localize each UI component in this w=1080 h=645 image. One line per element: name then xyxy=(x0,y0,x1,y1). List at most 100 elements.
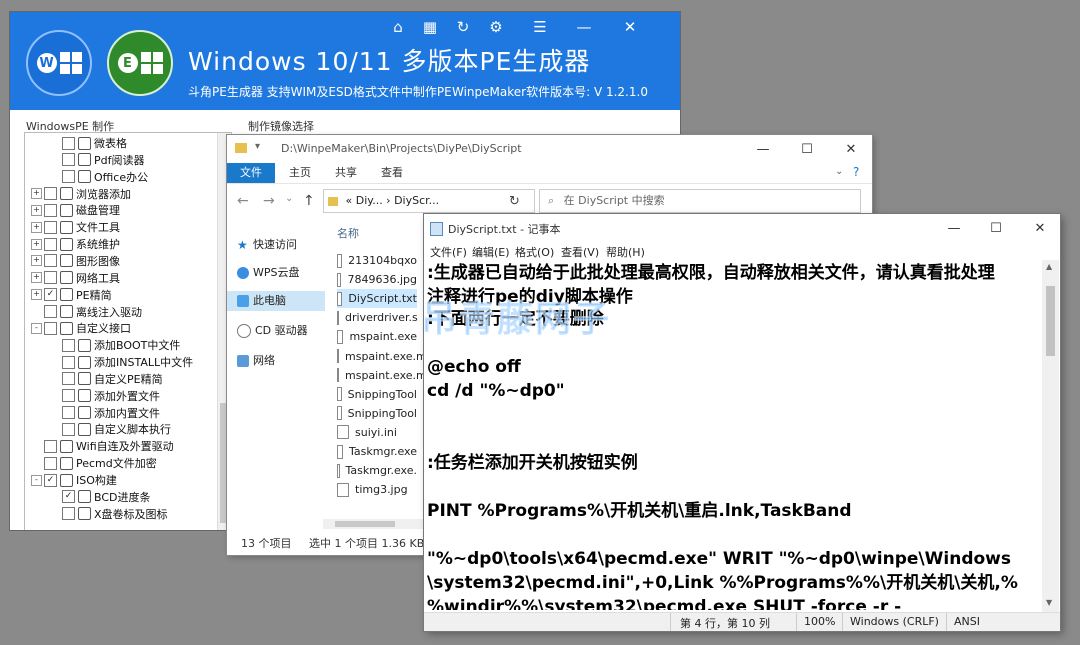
tree-checkbox[interactable] xyxy=(62,507,75,521)
tree-item[interactable]: - ✓ ISO构建 xyxy=(31,472,117,488)
tree-checkbox[interactable] xyxy=(62,170,75,184)
tree-checkbox[interactable] xyxy=(44,254,57,268)
refresh-icon[interactable]: ↻ xyxy=(509,194,520,209)
tree-item[interactable]: 添加BOOT中文件 xyxy=(49,337,180,353)
maximize-icon[interactable]: ☐ xyxy=(982,218,1010,238)
vertical-scrollbar[interactable]: ▲ ▼ xyxy=(1042,260,1059,612)
expand-icon[interactable]: + xyxy=(31,289,42,301)
file-list-item[interactable]: 7849636.jpg xyxy=(337,270,417,289)
tree-item[interactable]: X盘卷标及图标 xyxy=(49,506,168,522)
tree-item[interactable]: + 磁盘管理 xyxy=(31,202,120,218)
tree-checkbox[interactable]: ✓ xyxy=(44,288,57,302)
tree-item[interactable]: ✓ BCD进度条 xyxy=(49,489,151,505)
close-icon[interactable]: ✕ xyxy=(1026,218,1054,238)
file-list-item[interactable]: SnippingTool xyxy=(337,404,417,423)
minimize-icon[interactable]: — xyxy=(749,139,777,159)
back-arrow-icon[interactable]: ← xyxy=(237,193,249,209)
tree-checkbox[interactable] xyxy=(62,153,75,167)
expand-icon[interactable]: + xyxy=(31,221,42,233)
menu-edit[interactable]: 编辑(E) xyxy=(472,244,510,260)
menu-help[interactable]: 帮助(H) xyxy=(606,244,645,260)
minimize-icon[interactable]: — xyxy=(572,16,596,38)
home-icon[interactable]: ⌂ xyxy=(386,16,410,38)
tree-checkbox[interactable] xyxy=(62,422,75,436)
column-header-name[interactable]: 名称 xyxy=(337,225,359,241)
file-list-item[interactable]: Taskmgr.exe xyxy=(337,442,417,461)
collapse-icon[interactable]: - xyxy=(31,322,42,334)
tree-checkbox[interactable] xyxy=(44,271,57,285)
tree-checkbox[interactable] xyxy=(62,355,75,369)
menu-view[interactable]: 查看(V) xyxy=(561,244,599,260)
minimize-icon[interactable]: — xyxy=(940,218,968,238)
tree-item[interactable]: 添加INSTALL中文件 xyxy=(49,354,193,370)
sidebar-item-this-pc[interactable]: 此电脑 xyxy=(227,291,325,311)
tree-checkbox[interactable] xyxy=(62,389,75,403)
forward-arrow-icon[interactable]: → xyxy=(263,193,275,209)
tab-file[interactable]: 文件 xyxy=(227,163,275,183)
sidebar-item-quick-access[interactable]: ★ 快速访问 xyxy=(237,235,297,255)
tree-item[interactable]: + ✓ PE精简 xyxy=(31,287,112,303)
up-arrow-icon[interactable]: ↑ xyxy=(303,193,315,209)
tree-checkbox[interactable] xyxy=(44,439,57,453)
menu-icon[interactable]: ☰ xyxy=(528,16,552,38)
file-list-item[interactable]: driverdriver.s xyxy=(337,308,418,327)
tree-item[interactable]: Pdf阅读器 xyxy=(49,152,145,168)
tree-item[interactable]: Office办公 xyxy=(49,169,148,185)
quick-access-dropdown-icon[interactable]: ▾ xyxy=(255,141,260,152)
collapse-icon[interactable]: - xyxy=(31,474,42,486)
tree-item[interactable]: + 系统维护 xyxy=(31,236,120,252)
tree-checkbox[interactable] xyxy=(62,136,75,150)
tree-item[interactable]: + 文件工具 xyxy=(31,219,120,235)
tree-checkbox[interactable] xyxy=(44,456,57,470)
tree-item[interactable]: + 浏览器添加 xyxy=(31,186,131,202)
tree-item[interactable]: Pecmd文件加密 xyxy=(31,455,157,471)
tree-checkbox[interactable] xyxy=(44,187,57,201)
tree-checkbox[interactable] xyxy=(62,338,75,352)
gear-icon[interactable]: ⚙ xyxy=(484,16,508,38)
file-list-item[interactable]: Taskmgr.exe. xyxy=(337,461,417,480)
expand-icon[interactable]: + xyxy=(31,255,42,267)
close-icon[interactable]: ✕ xyxy=(837,139,865,159)
sidebar-item-network[interactable]: 网络 xyxy=(237,351,275,371)
tree-checkbox[interactable] xyxy=(44,220,57,234)
tree-item[interactable]: 添加外置文件 xyxy=(49,388,160,404)
qr-code-icon[interactable]: ▦ xyxy=(418,16,442,38)
file-list-item[interactable]: suiyi.ini xyxy=(337,423,417,442)
close-icon[interactable]: ✕ xyxy=(618,16,642,38)
tree-item[interactable]: 微表格 xyxy=(49,135,127,151)
tree-item[interactable]: 离线注入驱动 xyxy=(31,304,142,320)
tree-checkbox[interactable] xyxy=(62,406,75,420)
expand-icon[interactable]: + xyxy=(31,238,42,250)
tree-checkbox[interactable]: ✓ xyxy=(62,490,75,504)
help-icon[interactable]: ? xyxy=(853,165,859,179)
file-list-item[interactable]: mspaint.exe.m xyxy=(337,347,427,366)
tab-share[interactable]: 共享 xyxy=(335,163,357,183)
file-list-item[interactable]: mspaint.exe xyxy=(337,327,417,346)
tree-item[interactable]: 添加内置文件 xyxy=(49,405,160,421)
tree-item[interactable]: - 自定义接口 xyxy=(31,320,131,336)
tree-checkbox[interactable] xyxy=(44,237,57,251)
tree-item[interactable]: 自定义PE精简 xyxy=(49,371,163,387)
tree-checkbox[interactable] xyxy=(44,305,57,318)
search-input[interactable]: ⌕ 在 DiyScript 中搜索 xyxy=(539,189,861,213)
sidebar-item-wps-cloud[interactable]: WPS云盘 xyxy=(237,263,300,283)
file-list-item[interactable]: mspaint.exe.m xyxy=(337,366,427,385)
chevron-down-icon[interactable]: ⌄ xyxy=(835,166,843,177)
tab-home[interactable]: 主页 xyxy=(289,163,311,183)
tree-checkbox[interactable] xyxy=(44,203,57,217)
tab-view[interactable]: 查看 xyxy=(381,163,403,183)
tree-item[interactable]: 自定义脚本执行 xyxy=(49,421,171,437)
menu-file[interactable]: 文件(F) xyxy=(430,244,467,260)
file-list-item[interactable]: 213104bqxo xyxy=(337,251,417,270)
expand-icon[interactable]: + xyxy=(31,272,42,284)
maximize-icon[interactable]: ☐ xyxy=(793,139,821,159)
tree-checkbox[interactable] xyxy=(44,321,57,335)
scroll-up-icon[interactable]: ▲ xyxy=(1046,262,1052,271)
expand-icon[interactable]: + xyxy=(31,204,42,216)
refresh-icon[interactable]: ↻ xyxy=(451,16,475,38)
file-list-item[interactable]: SnippingTool xyxy=(337,385,417,404)
sidebar-item-cd-drive[interactable]: CD 驱动器 xyxy=(237,321,308,341)
tree-checkbox[interactable] xyxy=(62,372,75,386)
tree-item[interactable]: Wifi自连及外置驱动 xyxy=(31,438,174,454)
recent-dropdown-icon[interactable]: ⌄ xyxy=(285,193,293,204)
